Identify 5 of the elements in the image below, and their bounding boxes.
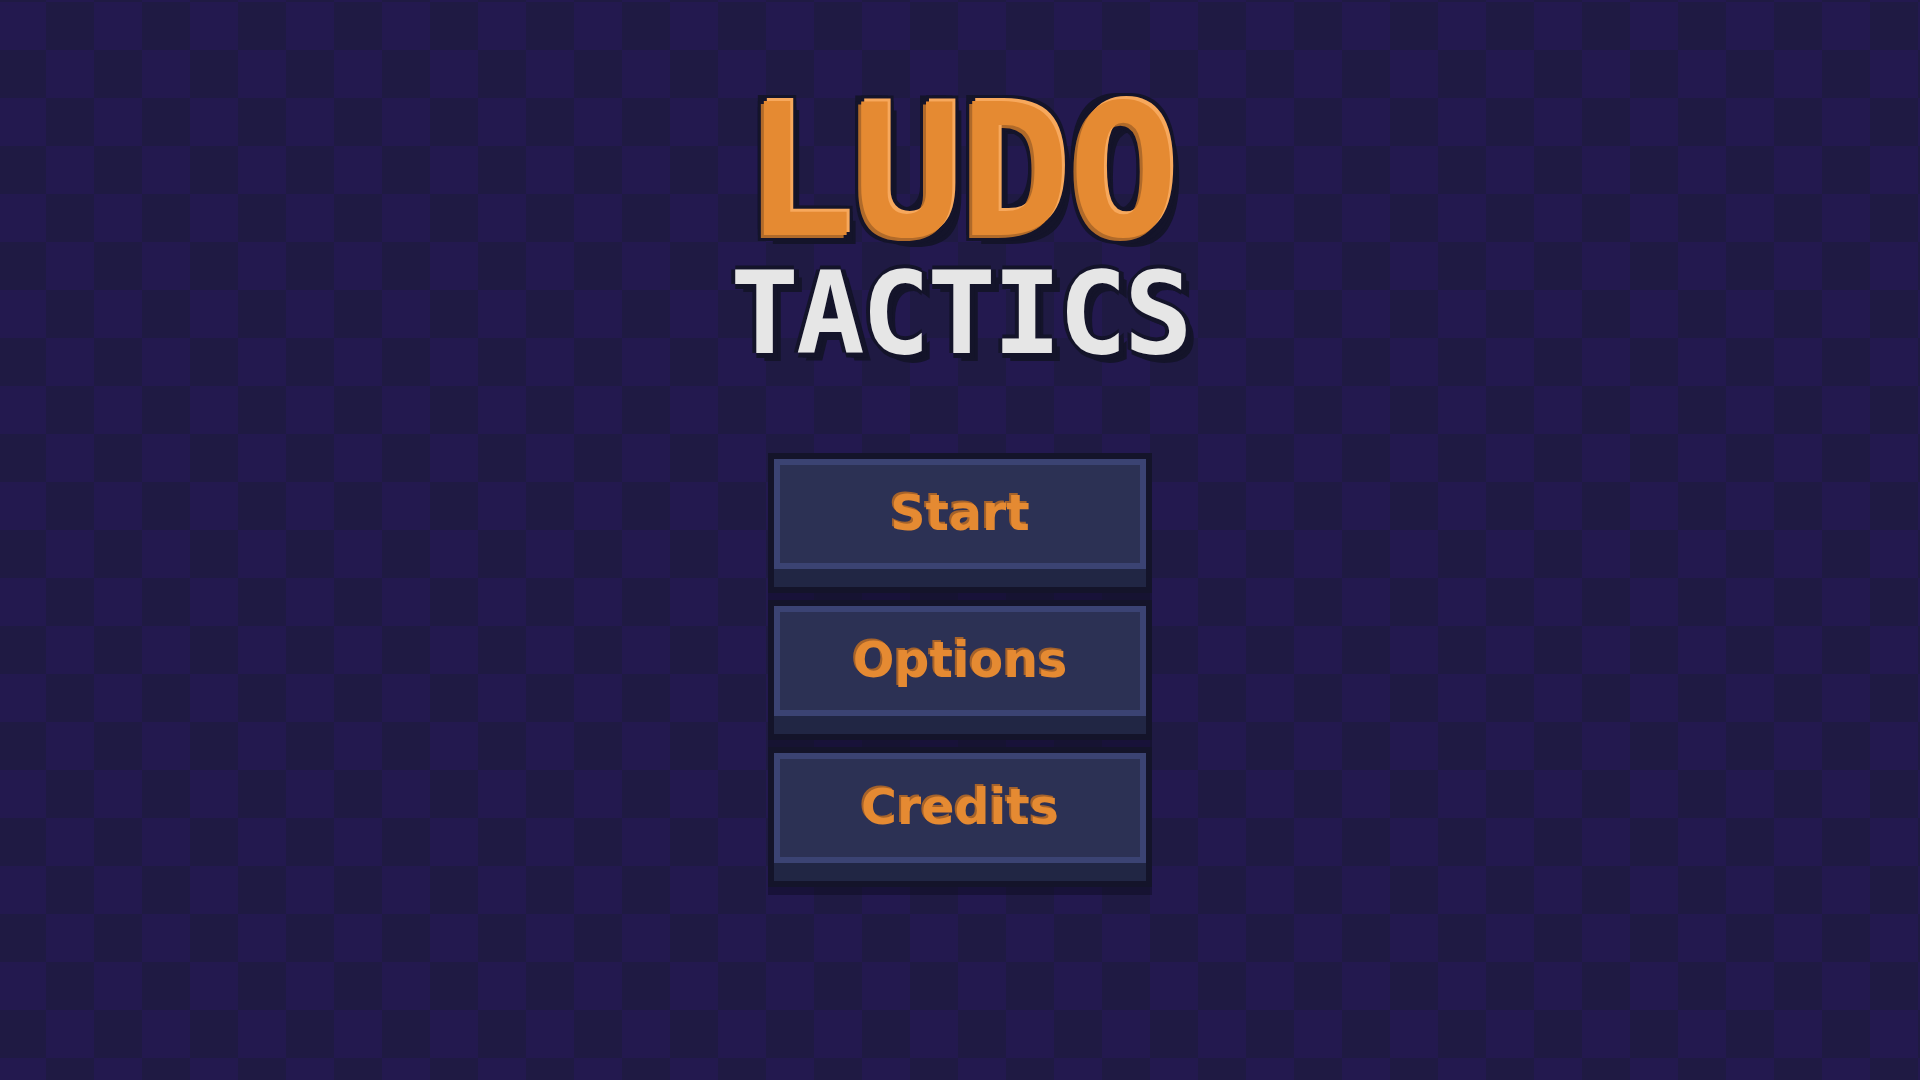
game-subtitle: TACTICS [730,256,1190,371]
menu-button[interactable]: Options [768,599,1152,740]
menu-button[interactable]: Credits [768,746,1152,887]
game-title: LUDO [743,90,1177,255]
menu-button[interactable]: Start [768,452,1152,593]
